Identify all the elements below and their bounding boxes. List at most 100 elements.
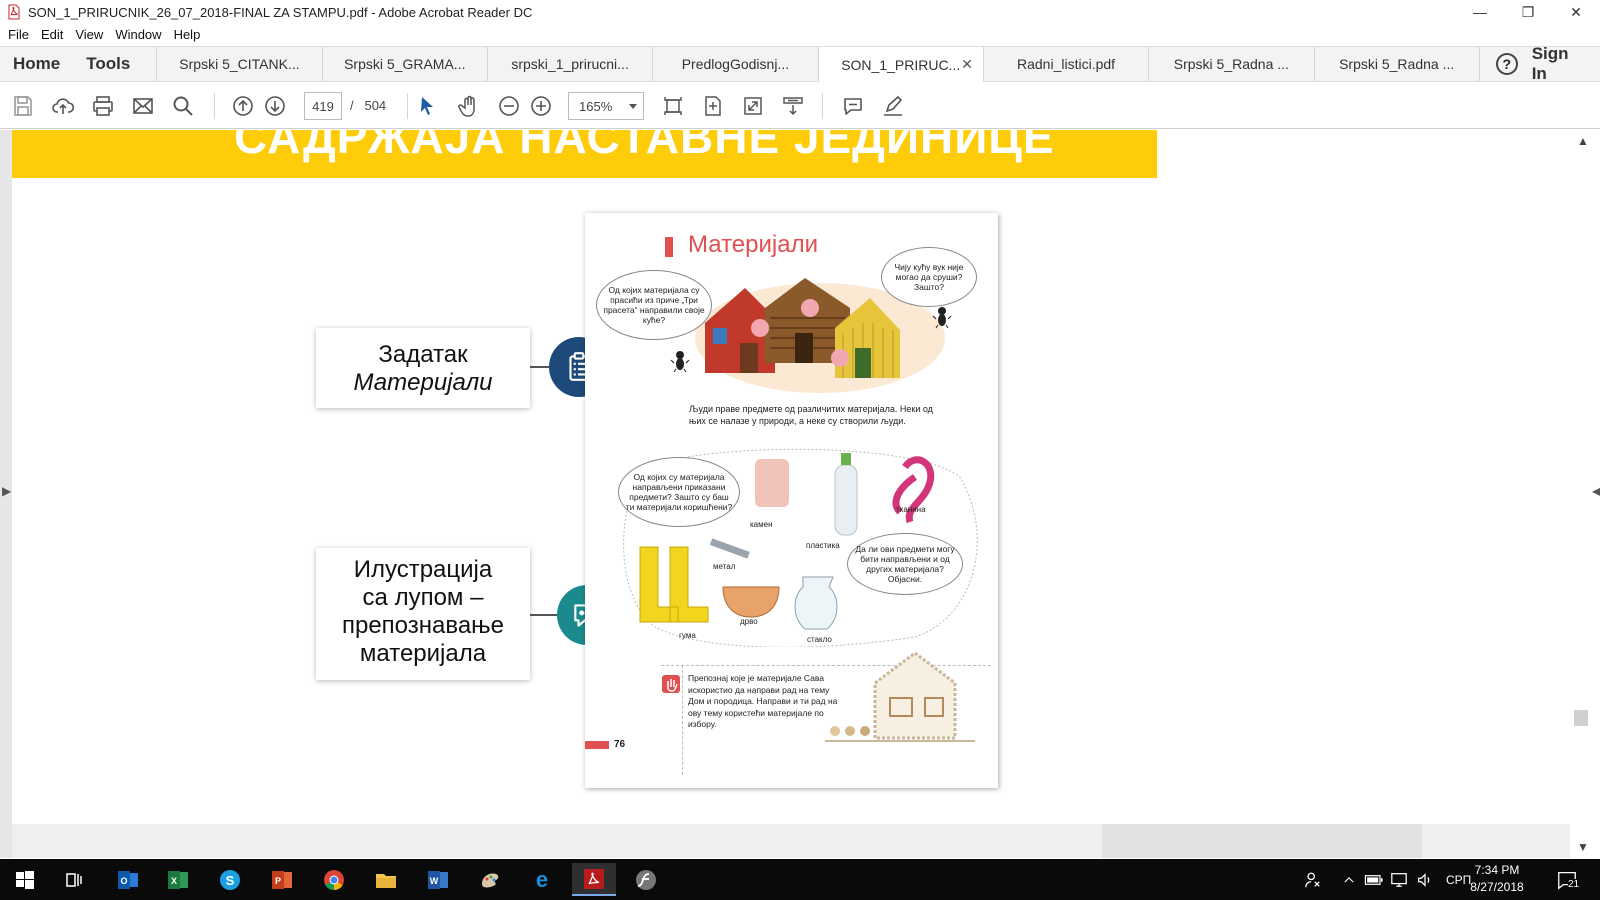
menu-edit[interactable]: Edit (41, 27, 63, 42)
battery-icon[interactable] (1364, 859, 1384, 900)
doc-tab[interactable]: Srpski 5_GRAMA... (321, 47, 487, 81)
page-number-input[interactable]: 419 (304, 92, 342, 120)
menu-file[interactable]: File (8, 27, 29, 42)
file-explorer-icon[interactable] (364, 863, 408, 896)
doc-tab[interactable]: srpski_1_prirucni... (486, 47, 652, 81)
doc-tab[interactable]: Radni_listici.pdf (982, 47, 1148, 81)
caption-stone: камен (750, 520, 773, 529)
acrobat-reader-icon[interactable] (572, 863, 616, 896)
pdf-file-icon (6, 4, 22, 20)
caption-fabric: тканина (896, 505, 926, 514)
chevron-up-icon[interactable] (1342, 859, 1356, 900)
label-task-subtitle: Материјали (353, 369, 493, 396)
chrome-icon[interactable] (312, 863, 356, 896)
next-page-icon[interactable] (260, 91, 290, 121)
print-icon[interactable] (88, 91, 118, 121)
connector-line (530, 614, 558, 616)
menu-window[interactable]: Window (115, 27, 161, 42)
horizontal-scroll-thumb[interactable] (1102, 824, 1422, 858)
window-title: SON_1_PRIRUCNIK_26_07_2018-FINAL ZA STAM… (28, 4, 533, 20)
people-icon[interactable] (1304, 859, 1322, 900)
clock-date: 8/27/2018 (1470, 880, 1524, 894)
scroll-down-icon[interactable]: ▼ (1577, 840, 1589, 854)
flash-icon[interactable] (624, 863, 668, 896)
start-windows-icon[interactable] (3, 863, 47, 896)
horizontal-scrollbar[interactable] (12, 824, 1570, 858)
upload-cloud-icon[interactable] (48, 91, 78, 121)
doc-tab[interactable]: Srpski 5_Radna ... (1313, 47, 1479, 81)
window-controls: — ❐ ✕ (1456, 0, 1600, 24)
volume-icon[interactable] (1416, 859, 1434, 900)
heading-marker (665, 237, 673, 257)
right-panel-toggle-icon[interactable]: ◀ (1592, 484, 1600, 498)
search-icon[interactable] (168, 91, 198, 121)
skype-icon[interactable]: S (208, 863, 252, 896)
intro-paragraph: Људи праве предмете од различитих матери… (689, 404, 933, 426)
doc-tab[interactable]: Srpski 5_CITANK... (156, 47, 321, 81)
zoom-out-icon[interactable] (494, 91, 524, 121)
paint-icon[interactable] (468, 863, 512, 896)
menu-bar: File Edit View Window Help (0, 24, 1600, 44)
doc-tab-label: srpski_1_prirucni... (511, 56, 629, 72)
document-view[interactable]: САДРЖАЈА НАСТАВНЕ ЈЕДИНИЦЕ Задатак Матер… (0, 130, 1570, 858)
caption-wood: дрво (740, 617, 758, 626)
speech-bubble: Да ли ови предмети могу бити направљени … (847, 533, 963, 595)
doc-tab-label: SON_1_PRIRUC... (841, 56, 961, 73)
highlight-pen-icon[interactable] (878, 91, 908, 121)
menu-view[interactable]: View (75, 27, 103, 42)
notification-count: 21 (1568, 879, 1580, 890)
help-icon[interactable]: ? (1495, 53, 1518, 75)
left-panel-toggle-icon[interactable]: ▶ (2, 484, 11, 498)
doc-tab[interactable]: Srpski 5_Radna ... (1148, 47, 1313, 81)
svg-text:X: X (171, 876, 177, 886)
ant-character-icon (670, 351, 690, 373)
hand-tool-icon[interactable] (454, 91, 484, 121)
menu-help[interactable]: Help (174, 27, 201, 42)
email-icon[interactable] (128, 91, 158, 121)
scroll-up-icon[interactable]: ▲ (1577, 134, 1589, 148)
zoom-level-select[interactable]: 165% (568, 92, 644, 120)
excel-icon[interactable]: X (156, 863, 200, 896)
dashed-divider (682, 665, 683, 775)
doc-tab-active[interactable]: SON_1_PRIRUC... ✕ (817, 47, 983, 82)
yellow-banner: САДРЖАЈА НАСТАВНЕ ЈЕДИНИЦЕ (12, 130, 1157, 178)
speech-bubble: Од којих су материјала направљени приказ… (618, 457, 740, 527)
vertical-scroll-thumb[interactable] (1574, 710, 1588, 726)
save-icon[interactable] (8, 91, 38, 121)
close-tab-icon[interactable]: ✕ (961, 56, 973, 73)
doc-tab-label: Srpski 5_CITANK... (179, 56, 300, 72)
notification-center-icon[interactable]: 21 (1556, 859, 1580, 900)
hand-task-icon (662, 675, 680, 693)
doc-tab[interactable]: PredlogGodisnj... (652, 47, 817, 81)
fit-page-icon[interactable] (698, 91, 728, 121)
doc-tab-label: Srpski 5_Radna ... (1173, 56, 1289, 72)
sign-in-button[interactable]: Sign In (1532, 44, 1588, 84)
tab-bar: Home Tools Srpski 5_CITANK... Srpski 5_G… (0, 44, 1600, 84)
comment-icon[interactable] (838, 91, 868, 121)
select-cursor-icon[interactable] (412, 91, 442, 121)
read-mode-icon[interactable] (778, 91, 808, 121)
scroll-mode-icon[interactable] (658, 91, 688, 121)
system-clock[interactable]: 7:34 PM 8/27/2018 (1462, 862, 1532, 896)
full-screen-icon[interactable] (738, 91, 768, 121)
tab-tools[interactable]: Tools (73, 47, 156, 81)
tab-home[interactable]: Home (0, 47, 73, 81)
task-view-icon[interactable] (52, 863, 96, 896)
previous-page-icon[interactable] (228, 91, 258, 121)
zoom-in-icon[interactable] (526, 91, 556, 121)
toolbar-divider (822, 93, 823, 119)
network-icon[interactable] (1390, 859, 1408, 900)
restore-button[interactable]: ❐ (1504, 0, 1552, 24)
caption-rubber: гума (679, 631, 696, 640)
svg-text:S: S (226, 873, 235, 888)
clock-time: 7:34 PM (1474, 863, 1520, 877)
title-bar: SON_1_PRIRUCNIK_26_07_2018-FINAL ZA STAM… (0, 0, 1600, 24)
outlook-icon[interactable]: O (106, 863, 150, 896)
minimize-button[interactable]: — (1456, 0, 1504, 24)
word-icon[interactable]: W (416, 863, 460, 896)
vertical-scrollbar[interactable]: ▲ ◀ ▼ (1570, 130, 1600, 858)
powerpoint-icon[interactable]: P (260, 863, 304, 896)
page-total: / 504 (350, 98, 386, 113)
close-window-button[interactable]: ✕ (1552, 0, 1600, 24)
edge-icon[interactable]: e (520, 863, 564, 896)
